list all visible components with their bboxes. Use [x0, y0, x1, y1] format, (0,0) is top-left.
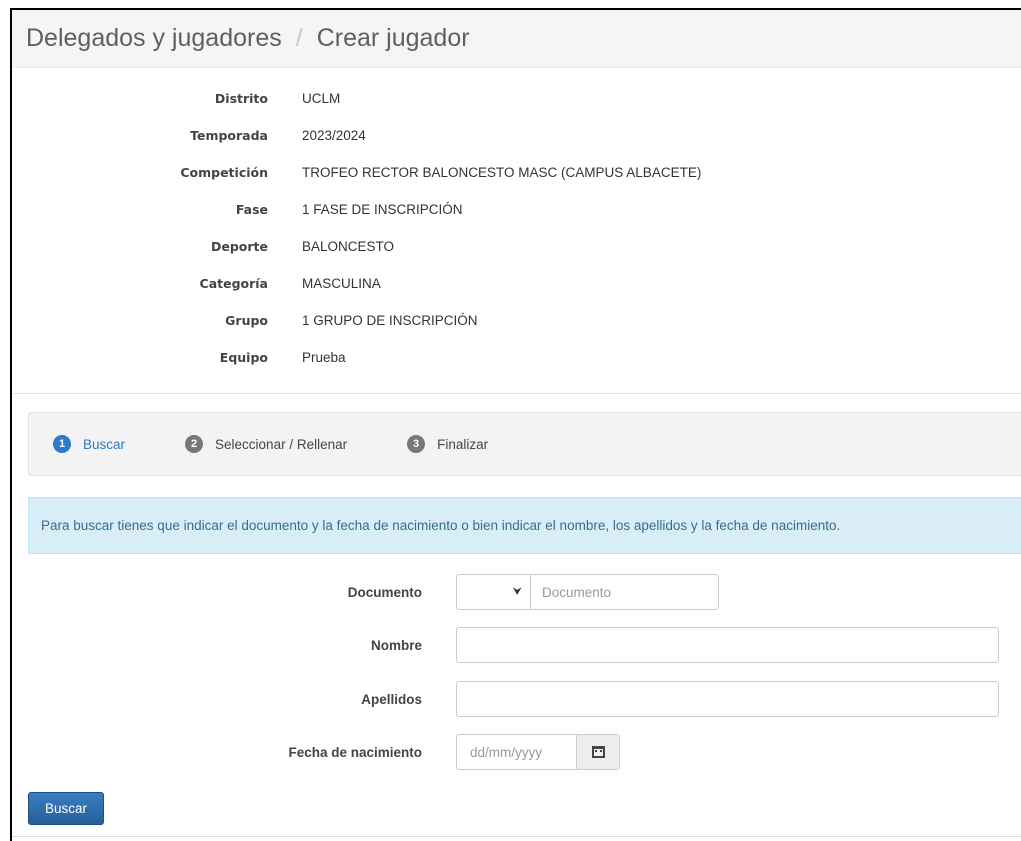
step-label: Finalizar — [437, 436, 489, 452]
buscar-button[interactable]: Buscar — [28, 792, 104, 825]
documento-input[interactable]: Documento — [531, 575, 718, 609]
info-label: Deporte — [210, 239, 268, 254]
info-row-equipo: Equipo Prueba — [12, 339, 1021, 376]
info-row-categoria: Categoría MASCULINA — [12, 265, 1021, 302]
info-value: 1 FASE DE INSCRIPCIÓN — [302, 202, 463, 217]
info-row-distrito: Distrito UCLM — [12, 80, 1021, 117]
info-value: Prueba — [302, 350, 346, 365]
breadcrumb-separator: / — [295, 24, 303, 52]
info-value: UCLM — [302, 91, 341, 106]
info-row-competicion: Competición TROFEO RECTOR BALONCESTO MAS… — [12, 154, 1021, 191]
apellidos-input[interactable] — [456, 681, 999, 717]
calendar-button[interactable] — [577, 735, 619, 769]
info-label: Equipo — [219, 350, 268, 365]
info-row-fase: Fase 1 FASE DE INSCRIPCIÓN — [12, 191, 1021, 228]
documento-input-group: ⮟ Documento — [456, 574, 719, 610]
step-number-icon: 1 — [53, 435, 71, 453]
nombre-row: Nombre — [12, 627, 1021, 663]
info-alert: Para buscar tienes que indicar el docume… — [28, 497, 1021, 554]
info-value: 2023/2024 — [302, 128, 366, 143]
fecha-placeholder: dd/mm/yyyy — [470, 744, 543, 760]
info-label: Grupo — [225, 313, 268, 328]
divider — [12, 836, 1021, 837]
step-number-icon: 3 — [407, 435, 426, 453]
info-row-deporte: Deporte BALONCESTO — [12, 228, 1021, 265]
wizard-step-seleccionar[interactable]: 2 Seleccionar / Rellenar — [185, 435, 347, 453]
fecha-input-group: dd/mm/yyyy — [456, 734, 620, 770]
apellidos-label: Apellidos — [361, 691, 422, 707]
wizard-step-buscar[interactable]: 1 Buscar — [53, 435, 125, 453]
info-label: Categoría — [199, 276, 268, 291]
apellidos-row: Apellidos — [12, 681, 1021, 717]
info-value: MASCULINA — [302, 276, 381, 291]
breadcrumb-current: Crear jugador — [316, 24, 470, 52]
info-label: Distrito — [214, 91, 268, 106]
breadcrumb-section[interactable]: Delegados y jugadores — [26, 24, 282, 53]
step-label: Buscar — [83, 436, 126, 452]
wizard-steps: 1 Buscar 2 Seleccionar / Rellenar 3 Fina… — [28, 412, 1021, 476]
info-row-temporada: Temporada 2023/2024 — [12, 117, 1021, 154]
documento-row: Documento ⮟ Documento — [12, 574, 1021, 610]
info-row-grupo: Grupo 1 GRUPO DE INSCRIPCIÓN — [12, 302, 1021, 339]
info-value: 1 GRUPO DE INSCRIPCIÓN — [302, 313, 478, 328]
fecha-nacimiento-input[interactable]: dd/mm/yyyy — [457, 735, 577, 769]
wizard-step-finalizar[interactable]: 3 Finalizar — [407, 435, 488, 453]
nombre-input[interactable] — [456, 627, 999, 663]
info-value: BALONCESTO — [302, 239, 395, 254]
page-frame: Delegados y jugadores / Crear jugador Di… — [10, 8, 1021, 841]
chevron-down-icon: ⮟ — [512, 585, 522, 598]
calendar-icon — [591, 746, 605, 758]
fecha-row: Fecha de nacimiento dd/mm/yyyy — [12, 734, 1021, 770]
alert-text: Para buscar tienes que indicar el docume… — [41, 518, 841, 533]
fecha-label: Fecha de nacimiento — [288, 744, 422, 760]
nombre-label: Nombre — [370, 637, 422, 653]
documento-label: Documento — [347, 584, 422, 600]
competition-info: Distrito UCLM Temporada 2023/2024 Compet… — [12, 68, 1021, 394]
info-label: Competición — [180, 165, 268, 180]
documento-placeholder: Documento — [542, 584, 612, 600]
page-title: Delegados y jugadores / Crear jugador — [12, 10, 1021, 68]
info-value: TROFEO RECTOR BALONCESTO MASC (CAMPUS AL… — [302, 165, 702, 180]
info-label: Temporada — [190, 128, 268, 143]
info-label: Fase — [235, 202, 268, 217]
document-type-select[interactable]: ⮟ — [457, 575, 531, 609]
step-label: Seleccionar / Rellenar — [215, 436, 348, 452]
step-number-icon: 2 — [185, 435, 204, 453]
